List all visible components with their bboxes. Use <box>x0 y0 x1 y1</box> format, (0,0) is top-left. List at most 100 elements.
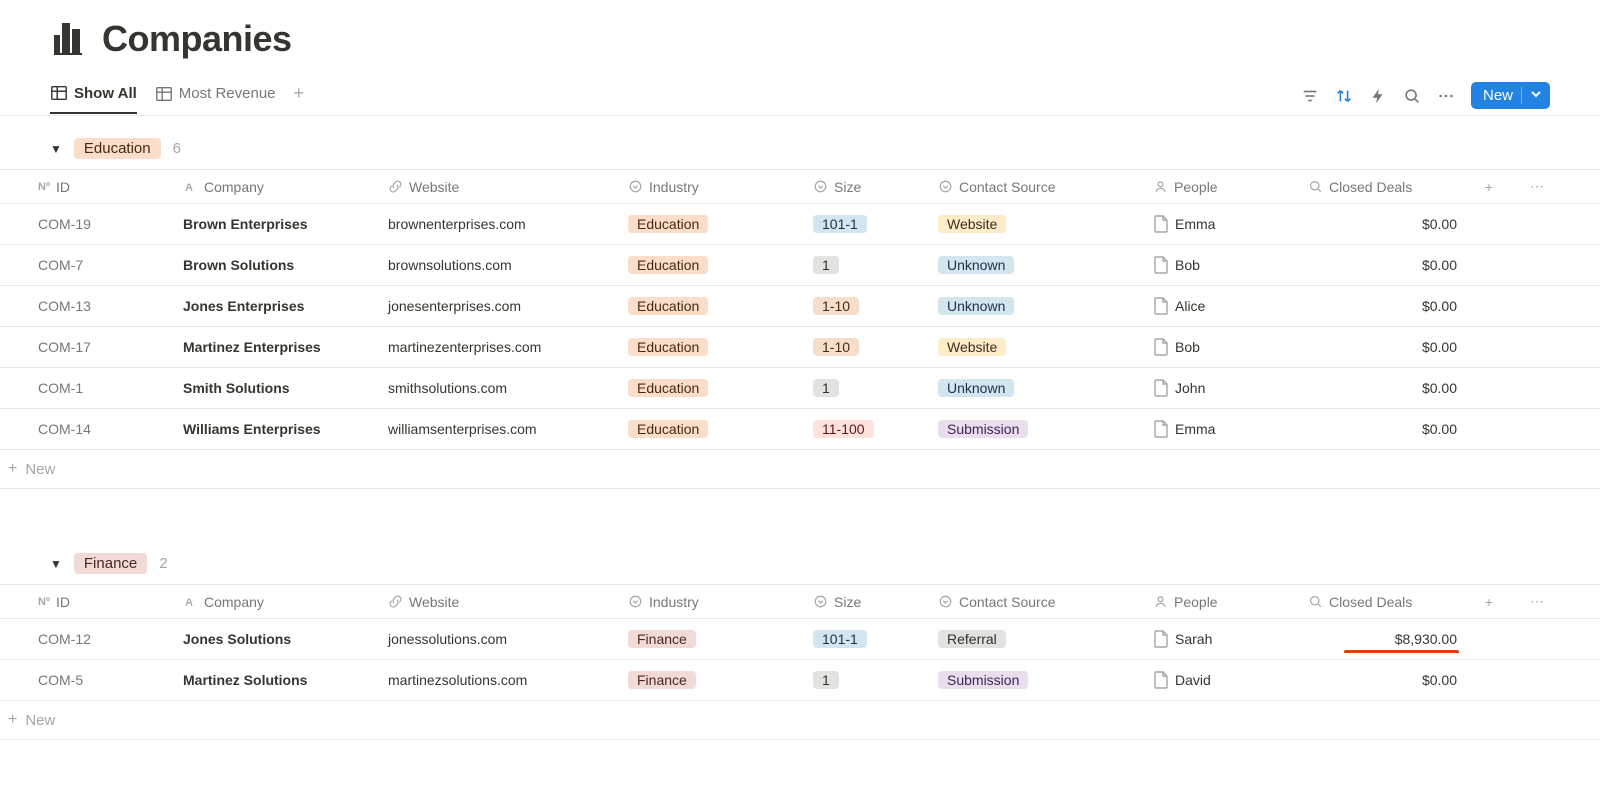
col-size[interactable]: Size <box>805 171 930 203</box>
page-icon <box>1153 256 1169 274</box>
group-toggle[interactable]: ▼ <box>50 557 62 571</box>
table-row[interactable]: COM-17 Martinez Enterprises martinezente… <box>0 327 1600 368</box>
page-icon <box>1153 297 1169 315</box>
col-people[interactable]: People <box>1145 171 1300 203</box>
add-column-button[interactable]: + <box>1465 171 1513 203</box>
col-contact-source[interactable]: Contact Source <box>930 586 1145 618</box>
table-row[interactable]: COM-14 Williams Enterprises williamsente… <box>0 409 1600 450</box>
cell-id: COM-17 <box>30 333 175 361</box>
sort-button[interactable] <box>1335 87 1353 105</box>
table-row[interactable]: COM-1 Smith Solutions smithsolutions.com… <box>0 368 1600 409</box>
cell-closed-deals: $0.00 <box>1300 210 1465 238</box>
col-industry[interactable]: Industry <box>620 586 805 618</box>
cell-company: Martinez Enterprises <box>175 333 380 361</box>
cell-id: COM-19 <box>30 210 175 238</box>
cell-closed-deals: $0.00 <box>1300 666 1465 694</box>
col-company[interactable]: Company <box>175 586 380 618</box>
column-more-button[interactable]: ⋯ <box>1513 170 1561 203</box>
cell-contact-source: Submission <box>930 414 1145 444</box>
cell-contact-source: Unknown <box>930 250 1145 280</box>
col-industry[interactable]: Industry <box>620 171 805 203</box>
cell-website: martinezenterprises.com <box>380 333 620 361</box>
new-row-button[interactable]: +New <box>0 701 1600 740</box>
new-button-label: New <box>1483 87 1513 104</box>
cell-industry: Education <box>620 291 805 321</box>
col-id[interactable]: NºID <box>30 586 175 618</box>
cell-id: COM-14 <box>30 415 175 443</box>
cell-company: Brown Enterprises <box>175 210 380 238</box>
col-website[interactable]: Website <box>380 586 620 618</box>
col-closed-deals[interactable]: Closed Deals <box>1300 586 1465 618</box>
tab-most-revenue[interactable]: Most Revenue <box>155 85 276 113</box>
search-button[interactable] <box>1403 87 1421 105</box>
column-more-button[interactable]: ⋯ <box>1513 585 1561 618</box>
cell-company: Jones Enterprises <box>175 292 380 320</box>
table-row[interactable]: COM-12 Jones Solutions jonessolutions.co… <box>0 619 1600 660</box>
cell-industry: Education <box>620 250 805 280</box>
cell-people: David <box>1145 665 1300 695</box>
group-name-tag[interactable]: Finance <box>74 553 147 574</box>
cell-size: 1 <box>805 373 930 403</box>
cell-size: 1-10 <box>805 291 930 321</box>
table-row[interactable]: COM-7 Brown Solutions brownsolutions.com… <box>0 245 1600 286</box>
group-name-tag[interactable]: Education <box>74 138 161 159</box>
table-row[interactable]: COM-13 Jones Enterprises jonesenterprise… <box>0 286 1600 327</box>
cell-company: Williams Enterprises <box>175 415 380 443</box>
cell-company: Brown Solutions <box>175 251 380 279</box>
page-icon <box>1153 338 1169 356</box>
cell-website: jonesenterprises.com <box>380 292 620 320</box>
group-count: 2 <box>159 555 167 572</box>
table-row[interactable]: COM-5 Martinez Solutions martinezsolutio… <box>0 660 1600 701</box>
cell-people: Bob <box>1145 332 1300 362</box>
cell-people: Alice <box>1145 291 1300 321</box>
cell-industry: Finance <box>620 665 805 695</box>
cell-size: 1 <box>805 665 930 695</box>
cell-contact-source: Referral <box>930 624 1145 654</box>
cell-id: COM-1 <box>30 374 175 402</box>
cell-website: brownsolutions.com <box>380 251 620 279</box>
cell-industry: Education <box>620 209 805 239</box>
cell-people: Emma <box>1145 414 1300 444</box>
more-button[interactable] <box>1437 87 1455 105</box>
col-people[interactable]: People <box>1145 586 1300 618</box>
cell-industry: Education <box>620 373 805 403</box>
new-button[interactable]: New <box>1471 82 1550 109</box>
automations-button[interactable] <box>1369 87 1387 105</box>
cell-people: Emma <box>1145 209 1300 239</box>
cell-closed-deals: $0.00 <box>1300 374 1465 402</box>
cell-id: COM-5 <box>30 666 175 694</box>
cell-company: Smith Solutions <box>175 374 380 402</box>
table-row[interactable]: COM-19 Brown Enterprises brownenterprise… <box>0 204 1600 245</box>
page-icon <box>1153 420 1169 438</box>
col-website[interactable]: Website <box>380 171 620 203</box>
filter-button[interactable] <box>1301 87 1319 105</box>
cell-id: COM-12 <box>30 625 175 653</box>
cell-size: 11-100 <box>805 414 930 444</box>
cell-company: Jones Solutions <box>175 625 380 653</box>
col-company[interactable]: Company <box>175 171 380 203</box>
add-column-button[interactable]: + <box>1465 586 1513 618</box>
cell-closed-deals: $0.00 <box>1300 251 1465 279</box>
col-contact-source[interactable]: Contact Source <box>930 171 1145 203</box>
tab-show-all[interactable]: Show All <box>50 84 137 114</box>
page-icon <box>1153 215 1169 233</box>
col-id[interactable]: NºID <box>30 171 175 203</box>
page-title: Companies <box>102 18 292 60</box>
cell-website: smithsolutions.com <box>380 374 620 402</box>
chevron-down-icon <box>1521 87 1542 104</box>
add-view-button[interactable]: + <box>294 83 305 114</box>
col-size[interactable]: Size <box>805 586 930 618</box>
page-icon <box>1153 630 1169 648</box>
cell-contact-source: Website <box>930 209 1145 239</box>
col-closed-deals[interactable]: Closed Deals <box>1300 171 1465 203</box>
cell-closed-deals: $8,930.00 <box>1300 625 1465 653</box>
cell-closed-deals: $0.00 <box>1300 333 1465 361</box>
building-icon <box>50 21 86 57</box>
cell-people: Sarah <box>1145 624 1300 654</box>
page-icon <box>1153 379 1169 397</box>
cell-closed-deals: $0.00 <box>1300 415 1465 443</box>
tab-label: Show All <box>74 85 137 102</box>
group-toggle[interactable]: ▼ <box>50 142 62 156</box>
new-row-button[interactable]: +New <box>0 450 1600 489</box>
cell-closed-deals: $0.00 <box>1300 292 1465 320</box>
